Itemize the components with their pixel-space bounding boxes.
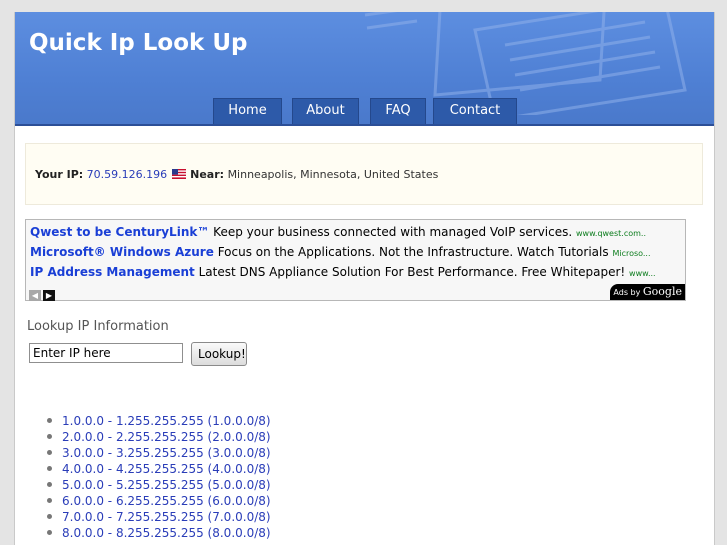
ad-item[interactable]: Qwest to be CenturyLink™ Keep your busin… [30, 225, 680, 239]
nav-contact[interactable]: Contact [433, 98, 517, 124]
nav-faq[interactable]: FAQ [370, 98, 426, 124]
list-item: 3.0.0.0 - 3.255.255.255 (3.0.0.0/8) [29, 445, 271, 461]
ip-range-link[interactable]: 6.0.0.0 - 6.255.255.255 (6.0.0.0/8) [62, 494, 271, 508]
ad-url[interactable]: Microso... [612, 249, 650, 258]
lookup-title: Lookup IP Information [27, 319, 169, 334]
ad-description: Latest DNS Appliance Solution For Best P… [198, 265, 626, 279]
ad-url[interactable]: www.qwest.com.. [576, 229, 646, 238]
list-item: 6.0.0.0 - 6.255.255.255 (6.0.0.0/8) [29, 493, 271, 509]
ad-description: Focus on the Applications. Not the Infra… [217, 245, 609, 259]
location-text: Minneapolis, Minnesota, United States [227, 168, 439, 181]
ad-block: Qwest to be CenturyLink™ Keep your busin… [25, 219, 686, 301]
ad-item[interactable]: Microsoft® Windows Azure Focus on the Ap… [30, 245, 680, 259]
list-item: 5.0.0.0 - 5.255.255.255 (5.0.0.0/8) [29, 477, 271, 493]
list-item: 8.0.0.0 - 8.255.255.255 (8.0.0.0/8) [29, 525, 271, 541]
ip-range-link[interactable]: 3.0.0.0 - 3.255.255.255 (3.0.0.0/8) [62, 446, 271, 460]
bullet-icon [47, 418, 52, 423]
ip-range-link[interactable]: 1.0.0.0 - 1.255.255.255 (1.0.0.0/8) [62, 414, 271, 428]
ad-description: Keep your business connected with manage… [213, 225, 573, 239]
us-flag-icon [171, 169, 186, 179]
ip-address-link[interactable]: 70.59.126.196 [87, 168, 167, 181]
chevron-left-icon[interactable]: ◀ [29, 290, 41, 301]
ip-range-link[interactable]: 7.0.0.0 - 7.255.255.255 (7.0.0.0/8) [62, 510, 271, 524]
ip-info-row: Your IP: 70.59.126.196 Near: Minneapolis… [35, 168, 438, 181]
ip-info-box: Your IP: 70.59.126.196 Near: Minneapolis… [25, 143, 703, 205]
chevron-right-icon[interactable]: ▶ [43, 290, 55, 301]
nav-about[interactable]: About [292, 98, 359, 124]
ip-range-list: 1.0.0.0 - 1.255.255.255 (1.0.0.0/8) 2.0.… [29, 413, 271, 541]
ad-title[interactable]: Microsoft® Windows Azure [30, 245, 214, 259]
ip-range-link[interactable]: 2.0.0.0 - 2.255.255.255 (2.0.0.0/8) [62, 430, 271, 444]
ad-title[interactable]: IP Address Management [30, 265, 195, 279]
main-nav: Home About FAQ Contact [15, 98, 714, 124]
list-item: 7.0.0.0 - 7.255.255.255 (7.0.0.0/8) [29, 509, 271, 525]
ad-title[interactable]: Qwest to be CenturyLink™ [30, 225, 209, 239]
ads-by-google-badge[interactable]: Ads by Google [610, 284, 685, 300]
bullet-icon [47, 482, 52, 487]
ip-search-input[interactable] [29, 343, 183, 363]
near-label: Near: [190, 168, 225, 181]
page: Quick Ip Look Up Home About FAQ Contact … [14, 12, 715, 545]
bullet-icon [47, 450, 52, 455]
ad-item[interactable]: IP Address Management Latest DNS Applian… [30, 265, 680, 279]
ip-range-link[interactable]: 8.0.0.0 - 8.255.255.255 (8.0.0.0/8) [62, 526, 271, 540]
ads-by-brand: Google [642, 285, 682, 298]
ip-range-link[interactable]: 4.0.0.0 - 4.255.255.255 (4.0.0.0/8) [62, 462, 271, 476]
site-title[interactable]: Quick Ip Look Up [29, 30, 247, 56]
ad-url[interactable]: www... [629, 269, 656, 278]
bullet-icon [47, 498, 52, 503]
list-item: 1.0.0.0 - 1.255.255.255 (1.0.0.0/8) [29, 413, 271, 429]
lookup-button[interactable]: Lookup! [191, 342, 247, 366]
ad-navigation: ◀ ▶ [29, 287, 57, 301]
bullet-icon [47, 514, 52, 519]
your-ip-label: Your IP: [35, 168, 84, 181]
list-item: 2.0.0.0 - 2.255.255.255 (2.0.0.0/8) [29, 429, 271, 445]
bullet-icon [47, 434, 52, 439]
nav-home[interactable]: Home [213, 98, 282, 124]
bullet-icon [47, 530, 52, 535]
list-item: 4.0.0.0 - 4.255.255.255 (4.0.0.0/8) [29, 461, 271, 477]
ads-by-prefix: Ads by [613, 288, 641, 297]
site-header: Quick Ip Look Up Home About FAQ Contact [15, 12, 714, 126]
ip-range-link[interactable]: 5.0.0.0 - 5.255.255.255 (5.0.0.0/8) [62, 478, 271, 492]
bullet-icon [47, 466, 52, 471]
